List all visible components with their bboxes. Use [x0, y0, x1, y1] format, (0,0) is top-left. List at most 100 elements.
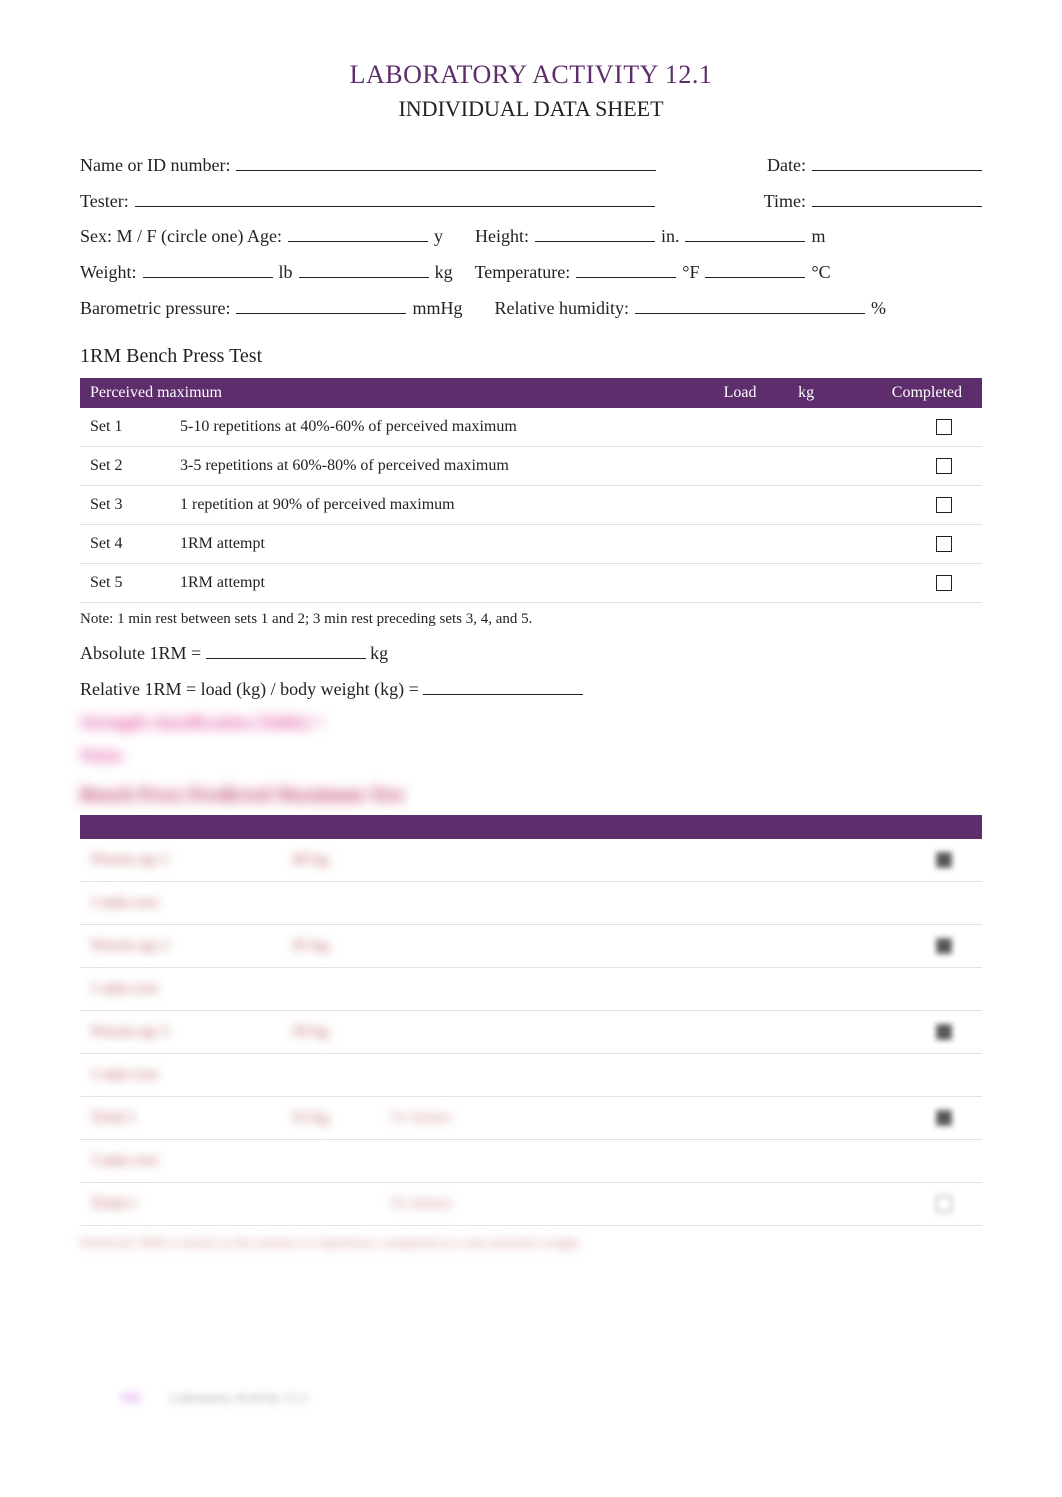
temp-f-unit: °F: [682, 262, 699, 283]
spacer-cell: [560, 839, 671, 882]
page-number: 152: [120, 1391, 141, 1407]
checkbox-icon[interactable]: [936, 1024, 952, 1040]
baro-blank[interactable]: [236, 293, 406, 314]
completed-cell[interactable]: [671, 1010, 982, 1053]
test2-row: Trial 155 kgTo failure: [80, 1096, 982, 1139]
absolute-blank[interactable]: [206, 638, 366, 659]
checkbox-icon[interactable]: [936, 938, 952, 954]
test1-row: Set 15-10 repetitions at 40%-60% of perc…: [80, 408, 982, 447]
load-cell[interactable]: [701, 524, 780, 563]
humidity-unit: %: [871, 298, 886, 319]
completed-cell[interactable]: [833, 524, 982, 563]
col-load: Load: [701, 378, 780, 408]
reps-cell: [380, 1053, 560, 1096]
set-desc: 1 repetition at 90% of perceived maximum: [170, 485, 701, 524]
test1-table: Perceived maximum Load kg Completed Set …: [80, 378, 982, 603]
checkbox-icon[interactable]: [936, 1196, 952, 1212]
weight-lb-blank[interactable]: [143, 257, 273, 278]
completed-cell[interactable]: [671, 967, 982, 1010]
test2-header-bar: [80, 815, 982, 839]
date-blank[interactable]: [812, 150, 982, 171]
completed-cell[interactable]: [833, 563, 982, 602]
reps-cell: [380, 839, 560, 882]
height-in-unit: in.: [661, 226, 680, 247]
spacer-cell: [560, 967, 671, 1010]
spacer-cell: [560, 1010, 671, 1053]
note-label: Note:: [80, 611, 113, 627]
age-blank[interactable]: [288, 222, 428, 243]
checkbox-icon[interactable]: [936, 575, 952, 591]
load-cell[interactable]: [701, 408, 780, 447]
completed-cell[interactable]: [671, 924, 982, 967]
checkbox-icon[interactable]: [936, 1110, 952, 1126]
completed-cell[interactable]: [671, 881, 982, 924]
test2-table: Warm-up 140 kg1 min restWarm-up 245 kg1 …: [80, 815, 982, 1226]
completed-cell[interactable]: [833, 408, 982, 447]
weight-label: Weight:: [80, 262, 137, 283]
relative-blank[interactable]: [423, 674, 583, 695]
load-cell[interactable]: [701, 563, 780, 602]
relative-1rm-line: Relative 1RM = load (kg) / body weight (…: [80, 674, 982, 700]
spacer-cell: [560, 1182, 671, 1225]
weight-cell: [240, 967, 380, 1010]
temp-f-blank[interactable]: [576, 257, 676, 278]
kg-cell[interactable]: [779, 446, 833, 485]
load-cell[interactable]: [701, 446, 780, 485]
height-in-blank[interactable]: [535, 222, 655, 243]
set-label: Set 5: [80, 563, 170, 602]
row-tester-time: Tester: Time:: [80, 186, 982, 212]
obscured-classification: Strength classification (Table) =: [80, 712, 982, 733]
row-label: 1 min rest: [80, 881, 240, 924]
completed-cell[interactable]: [671, 839, 982, 882]
weight-lb-unit: lb: [279, 262, 293, 283]
completed-cell[interactable]: [671, 1096, 982, 1139]
completed-cell[interactable]: [833, 485, 982, 524]
name-blank[interactable]: [236, 150, 656, 171]
weight-cell: [240, 1139, 380, 1182]
kg-cell[interactable]: [779, 563, 833, 602]
height-m-blank[interactable]: [685, 222, 805, 243]
completed-cell[interactable]: [671, 1182, 982, 1225]
completed-cell[interactable]: [671, 1139, 982, 1182]
checkbox-icon[interactable]: [936, 458, 952, 474]
weight-kg-unit: kg: [435, 262, 453, 283]
weight-kg-blank[interactable]: [299, 257, 429, 278]
absolute-unit: kg: [370, 643, 388, 663]
sex-age-label: Sex: M / F (circle one) Age:: [80, 226, 282, 247]
lab-subtitle: INDIVIDUAL DATA SHEET: [80, 96, 982, 122]
kg-cell[interactable]: [779, 408, 833, 447]
time-label: Time:: [764, 191, 806, 212]
reps-cell: [380, 1010, 560, 1053]
row-label: 3 min rest: [80, 1139, 240, 1182]
completed-cell[interactable]: [833, 446, 982, 485]
relative-label: Relative 1RM = load (kg) / body weight (…: [80, 679, 419, 699]
age-unit: y: [434, 226, 443, 247]
weight-cell: [240, 881, 380, 924]
load-cell[interactable]: [701, 485, 780, 524]
test2-heading: Bench Press Predicted Maximum Test: [80, 784, 982, 807]
baro-label: Barometric pressure:: [80, 298, 230, 319]
tester-label: Tester:: [80, 191, 129, 212]
test1-heading: 1RM Bench Press Test: [80, 345, 982, 368]
checkbox-icon[interactable]: [936, 852, 952, 868]
test2-row: 3 min rest: [80, 1139, 982, 1182]
row-label: Trial 1: [80, 1096, 240, 1139]
kg-cell[interactable]: [779, 524, 833, 563]
humidity-blank[interactable]: [635, 293, 865, 314]
tester-blank[interactable]: [135, 186, 655, 207]
temp-c-blank[interactable]: [705, 257, 805, 278]
checkbox-icon[interactable]: [936, 497, 952, 513]
weight-cell: 45 kg: [240, 924, 380, 967]
weight-cell: [240, 1053, 380, 1096]
set-desc: 3-5 repetitions at 60%-80% of perceived …: [170, 446, 701, 485]
time-blank[interactable]: [812, 186, 982, 207]
checkbox-icon[interactable]: [936, 419, 952, 435]
note-text: 1 min rest between sets 1 and 2; 3 min r…: [117, 611, 532, 627]
completed-cell[interactable]: [671, 1053, 982, 1096]
row-name-date: Name or ID number: Date:: [80, 150, 982, 176]
temp-label: Temperature:: [475, 262, 571, 283]
col-kg: kg: [779, 378, 833, 408]
checkbox-icon[interactable]: [936, 536, 952, 552]
baro-unit: mmHg: [412, 298, 462, 319]
kg-cell[interactable]: [779, 485, 833, 524]
